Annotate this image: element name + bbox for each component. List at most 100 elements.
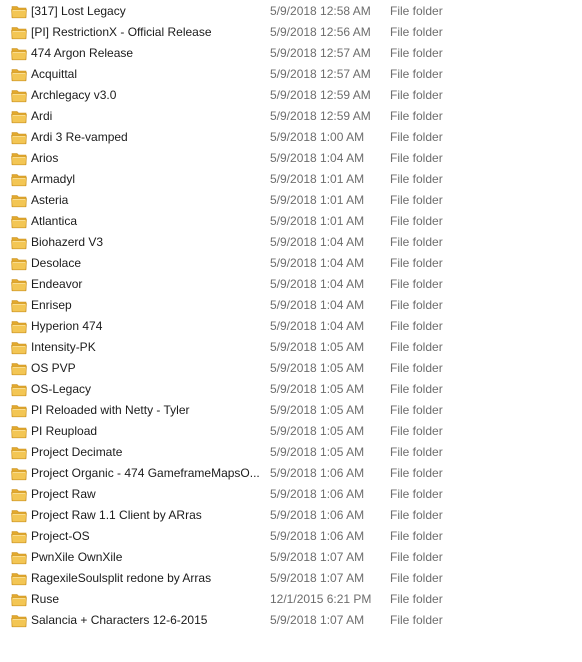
file-list: [317] Lost Legacy 5/9/2018 12:58 AM File… bbox=[0, 1, 582, 631]
list-item[interactable]: Armadyl 5/9/2018 1:01 AM File folder bbox=[0, 169, 582, 190]
list-item[interactable]: [PI] RestrictionX - Official Release 5/9… bbox=[0, 22, 582, 43]
item-name: Archlegacy v3.0 bbox=[31, 88, 117, 102]
item-name: 474 Argon Release bbox=[31, 46, 134, 60]
list-item[interactable]: [317] Lost Legacy 5/9/2018 12:58 AM File… bbox=[0, 1, 582, 22]
list-item[interactable]: RagexileSoulsplit redone by Arras 5/9/20… bbox=[0, 568, 582, 589]
list-item[interactable]: Project Raw 5/9/2018 1:06 AM File folder bbox=[0, 484, 582, 505]
item-type: File folder bbox=[390, 550, 443, 564]
item-name: OS-Legacy bbox=[31, 382, 92, 396]
item-type: File folder bbox=[390, 340, 443, 354]
item-name: PI Reupload bbox=[31, 424, 98, 438]
list-item[interactable]: Ruse 12/1/2015 6:21 PM File folder bbox=[0, 589, 582, 610]
list-item[interactable]: Asteria 5/9/2018 1:01 AM File folder bbox=[0, 190, 582, 211]
folder-icon bbox=[11, 487, 27, 502]
item-type: File folder bbox=[390, 403, 443, 417]
item-name: [PI] RestrictionX - Official Release bbox=[31, 25, 212, 39]
list-item[interactable]: PwnXile OwnXile 5/9/2018 1:07 AM File fo… bbox=[0, 547, 582, 568]
item-name: Project-OS bbox=[31, 529, 90, 543]
item-date-modified: 5/9/2018 1:07 AM bbox=[270, 550, 365, 564]
list-item[interactable]: Project Raw 1.1 Client by ARras 5/9/2018… bbox=[0, 505, 582, 526]
list-item[interactable]: Desolace 5/9/2018 1:04 AM File folder bbox=[0, 253, 582, 274]
item-date-modified: 5/9/2018 1:06 AM bbox=[270, 487, 365, 501]
item-name: Project Organic - 474 GameframeMapsO... bbox=[31, 466, 260, 480]
item-date-modified: 5/9/2018 1:05 AM bbox=[270, 445, 365, 459]
item-name: Project Raw bbox=[31, 487, 96, 501]
item-date-modified: 5/9/2018 12:58 AM bbox=[270, 4, 371, 18]
folder-icon bbox=[11, 151, 27, 166]
item-type: File folder bbox=[390, 487, 443, 501]
item-type: File folder bbox=[390, 193, 443, 207]
item-name: Project Decimate bbox=[31, 445, 123, 459]
item-date-modified: 5/9/2018 1:00 AM bbox=[270, 130, 365, 144]
list-item[interactable]: Enrisep 5/9/2018 1:04 AM File folder bbox=[0, 295, 582, 316]
folder-icon bbox=[11, 193, 27, 208]
list-item[interactable]: Biohazerd V3 5/9/2018 1:04 AM File folde… bbox=[0, 232, 582, 253]
folder-icon bbox=[11, 550, 27, 565]
item-name: PI Reloaded with Netty - Tyler bbox=[31, 403, 190, 417]
item-name: Ardi bbox=[31, 109, 53, 123]
list-item[interactable]: 474 Argon Release 5/9/2018 12:57 AM File… bbox=[0, 43, 582, 64]
item-date-modified: 5/9/2018 12:57 AM bbox=[270, 67, 371, 81]
item-type: File folder bbox=[390, 592, 443, 606]
list-item[interactable]: Arios 5/9/2018 1:04 AM File folder bbox=[0, 148, 582, 169]
folder-icon bbox=[11, 466, 27, 481]
folder-icon bbox=[11, 508, 27, 523]
item-name: Hyperion 474 bbox=[31, 319, 103, 333]
item-type: File folder bbox=[390, 382, 443, 396]
item-type: File folder bbox=[390, 4, 443, 18]
item-type: File folder bbox=[390, 319, 443, 333]
item-name: Acquittal bbox=[31, 67, 78, 81]
item-date-modified: 5/9/2018 1:04 AM bbox=[270, 235, 365, 249]
list-item[interactable]: Hyperion 474 5/9/2018 1:04 AM File folde… bbox=[0, 316, 582, 337]
item-type: File folder bbox=[390, 46, 443, 60]
list-item[interactable]: Atlantica 5/9/2018 1:01 AM File folder bbox=[0, 211, 582, 232]
item-date-modified: 5/9/2018 1:04 AM bbox=[270, 151, 365, 165]
list-item[interactable]: Archlegacy v3.0 5/9/2018 12:59 AM File f… bbox=[0, 85, 582, 106]
item-type: File folder bbox=[390, 445, 443, 459]
item-date-modified: 5/9/2018 1:04 AM bbox=[270, 256, 365, 270]
item-date-modified: 5/9/2018 1:07 AM bbox=[270, 571, 365, 585]
folder-icon bbox=[11, 424, 27, 439]
item-date-modified: 5/9/2018 1:04 AM bbox=[270, 298, 365, 312]
folder-icon bbox=[11, 67, 27, 82]
folder-icon bbox=[11, 571, 27, 586]
item-type: File folder bbox=[390, 172, 443, 186]
item-date-modified: 5/9/2018 1:06 AM bbox=[270, 529, 365, 543]
item-date-modified: 5/9/2018 12:59 AM bbox=[270, 88, 371, 102]
item-name: Project Raw 1.1 Client by ARras bbox=[31, 508, 202, 522]
item-type: File folder bbox=[390, 109, 443, 123]
folder-icon bbox=[11, 277, 27, 292]
item-date-modified: 5/9/2018 12:57 AM bbox=[270, 46, 371, 60]
folder-icon bbox=[11, 592, 27, 607]
list-item[interactable]: Project-OS 5/9/2018 1:06 AM File folder bbox=[0, 526, 582, 547]
folder-icon bbox=[11, 214, 27, 229]
list-item[interactable]: OS-Legacy 5/9/2018 1:05 AM File folder bbox=[0, 379, 582, 400]
item-date-modified: 5/9/2018 1:01 AM bbox=[270, 172, 365, 186]
folder-icon bbox=[11, 172, 27, 187]
list-item[interactable]: Project Organic - 474 GameframeMapsO... … bbox=[0, 463, 582, 484]
list-item[interactable]: PI Reloaded with Netty - Tyler 5/9/2018 … bbox=[0, 400, 582, 421]
folder-icon bbox=[11, 25, 27, 40]
list-item[interactable]: Intensity-PK 5/9/2018 1:05 AM File folde… bbox=[0, 337, 582, 358]
item-date-modified: 12/1/2015 6:21 PM bbox=[270, 592, 372, 606]
list-item[interactable]: Project Decimate 5/9/2018 1:05 AM File f… bbox=[0, 442, 582, 463]
item-type: File folder bbox=[390, 88, 443, 102]
folder-icon bbox=[11, 130, 27, 145]
item-date-modified: 5/9/2018 1:01 AM bbox=[270, 193, 365, 207]
list-item[interactable]: Salancia + Characters 12-6-2015 5/9/2018… bbox=[0, 610, 582, 631]
item-type: File folder bbox=[390, 235, 443, 249]
item-name: Arios bbox=[31, 151, 59, 165]
item-name: [317] Lost Legacy bbox=[31, 4, 126, 18]
list-item[interactable]: Endeavor 5/9/2018 1:04 AM File folder bbox=[0, 274, 582, 295]
folder-icon bbox=[11, 340, 27, 355]
list-item[interactable]: PI Reupload 5/9/2018 1:05 AM File folder bbox=[0, 421, 582, 442]
list-item[interactable]: Ardi 5/9/2018 12:59 AM File folder bbox=[0, 106, 582, 127]
list-item[interactable]: Acquittal 5/9/2018 12:57 AM File folder bbox=[0, 64, 582, 85]
item-date-modified: 5/9/2018 1:05 AM bbox=[270, 424, 365, 438]
item-name: RagexileSoulsplit redone by Arras bbox=[31, 571, 212, 585]
folder-icon bbox=[11, 88, 27, 103]
folder-icon bbox=[11, 256, 27, 271]
folder-icon bbox=[11, 382, 27, 397]
list-item[interactable]: Ardi 3 Re-vamped 5/9/2018 1:00 AM File f… bbox=[0, 127, 582, 148]
list-item[interactable]: OS PVP 5/9/2018 1:05 AM File folder bbox=[0, 358, 582, 379]
